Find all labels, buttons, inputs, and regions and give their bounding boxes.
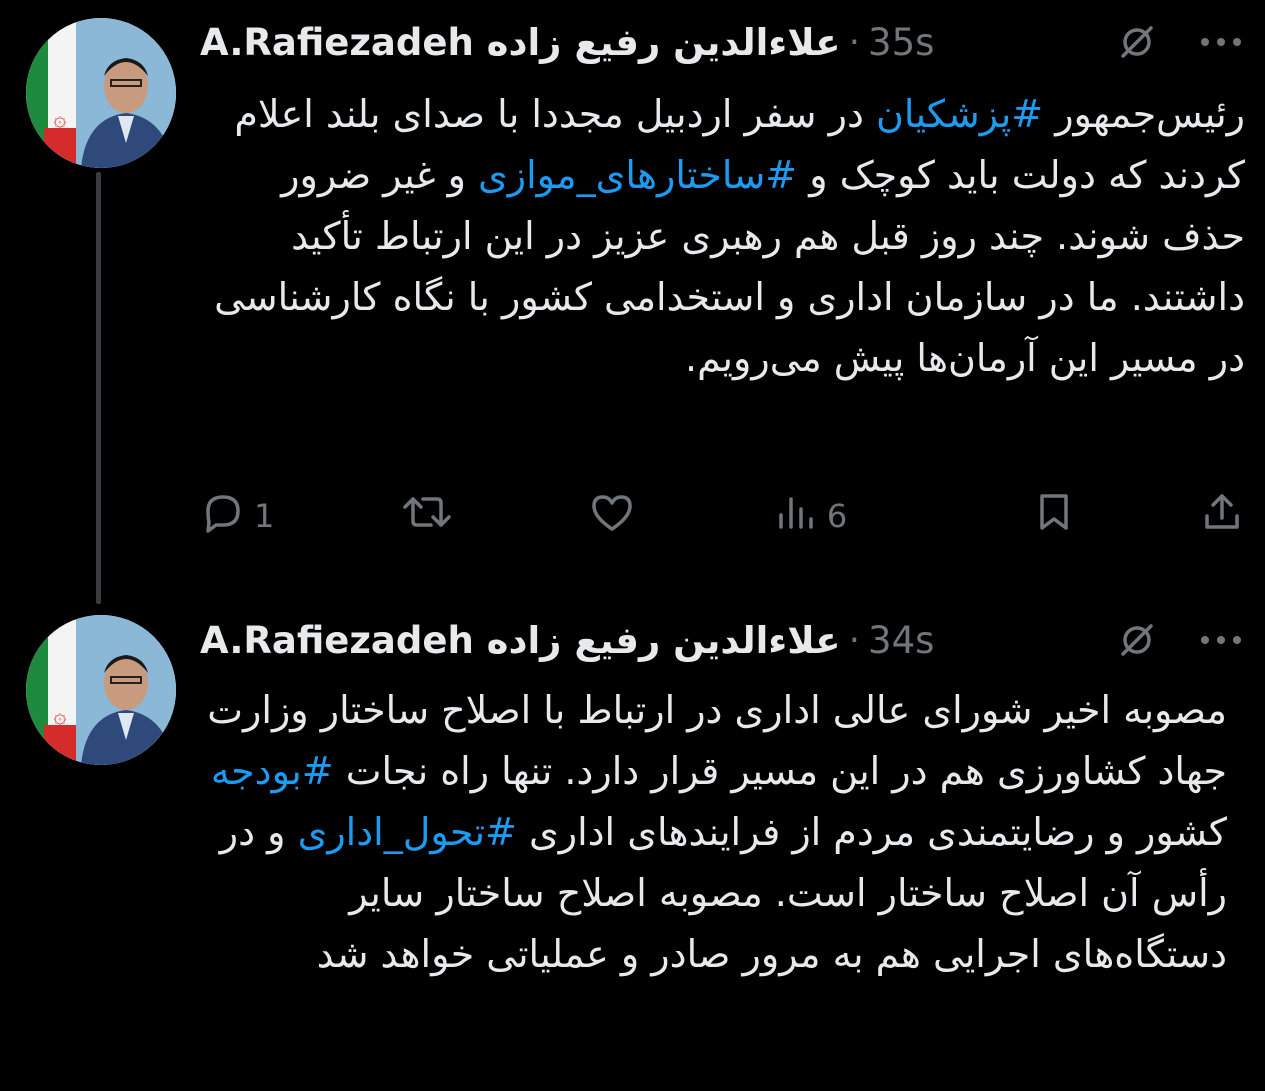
text-segment: کشور و رضایتمندی مردم از فرایندهای اداری — [516, 810, 1227, 854]
like-icon — [588, 491, 636, 541]
author-display-name[interactable]: علاءالدین رفیع زاده — [487, 21, 841, 64]
views-count: 6 — [826, 497, 848, 535]
tweet-timestamp[interactable]: 34s — [868, 619, 934, 662]
reply-icon — [200, 491, 246, 541]
tweet-header: A.Rafiezadeh علاءالدین رفیع زاده · 35s — [200, 12, 1243, 72]
more-icon[interactable] — [1199, 634, 1243, 646]
reply-button[interactable]: 1 — [200, 491, 274, 541]
bookmark-button[interactable] — [1034, 490, 1074, 542]
hashtag-link[interactable]: #بودجه — [211, 749, 334, 793]
like-button[interactable] — [588, 491, 648, 541]
grok-icon[interactable] — [1117, 22, 1157, 62]
grok-icon[interactable] — [1117, 620, 1157, 660]
author-name[interactable]: A.Rafiezadeh علاءالدین رفیع زاده — [200, 21, 841, 64]
tweet-actions: 1 6 — [200, 488, 1243, 544]
hashtag-link[interactable]: #ساختارهای_موازی — [478, 153, 797, 197]
reply-count: 1 — [254, 497, 275, 535]
retweet-icon — [401, 491, 453, 541]
views-button[interactable]: 6 — [775, 491, 847, 541]
text-segment: مصوبه اخیر شورای عالی اداری در ارتباط با… — [207, 688, 1227, 793]
avatar[interactable]: ۞ — [26, 615, 176, 765]
more-icon[interactable] — [1199, 36, 1243, 48]
tweet-text: رئیس‌جمهور #پزشکیان در سفر اردبیل مجددا … — [205, 84, 1245, 389]
retweet-button[interactable] — [401, 491, 461, 541]
svg-text:۞: ۞ — [54, 107, 67, 132]
separator-dot: · — [848, 619, 861, 661]
author-display-name[interactable]: علاءالدین رفیع زاده — [487, 619, 841, 662]
text-segment: رئیس‌جمهور — [1043, 92, 1245, 136]
share-button[interactable] — [1201, 490, 1243, 542]
separator-dot: · — [848, 21, 861, 63]
thread-connector-line — [96, 172, 101, 604]
tweet-header: A.Rafiezadeh علاءالدین رفیع زاده · 34s — [200, 610, 1243, 670]
share-icon — [1201, 490, 1243, 542]
author-handle-latin[interactable]: A.Rafiezadeh — [200, 619, 474, 662]
tweet-timestamp[interactable]: 35s — [868, 21, 934, 64]
author-name[interactable]: A.Rafiezadeh علاءالدین رفیع زاده — [200, 619, 841, 662]
tweet-text: مصوبه اخیر شورای عالی اداری در ارتباط با… — [205, 680, 1227, 985]
bookmark-icon — [1034, 490, 1074, 542]
views-icon — [775, 491, 819, 541]
svg-text:۞: ۞ — [54, 704, 67, 729]
hashtag-link[interactable]: #پزشکیان — [876, 92, 1043, 136]
author-handle-latin[interactable]: A.Rafiezadeh — [200, 21, 474, 64]
avatar[interactable]: ۞ — [26, 18, 176, 168]
hashtag-link[interactable]: #تحول_اداری — [298, 810, 517, 854]
